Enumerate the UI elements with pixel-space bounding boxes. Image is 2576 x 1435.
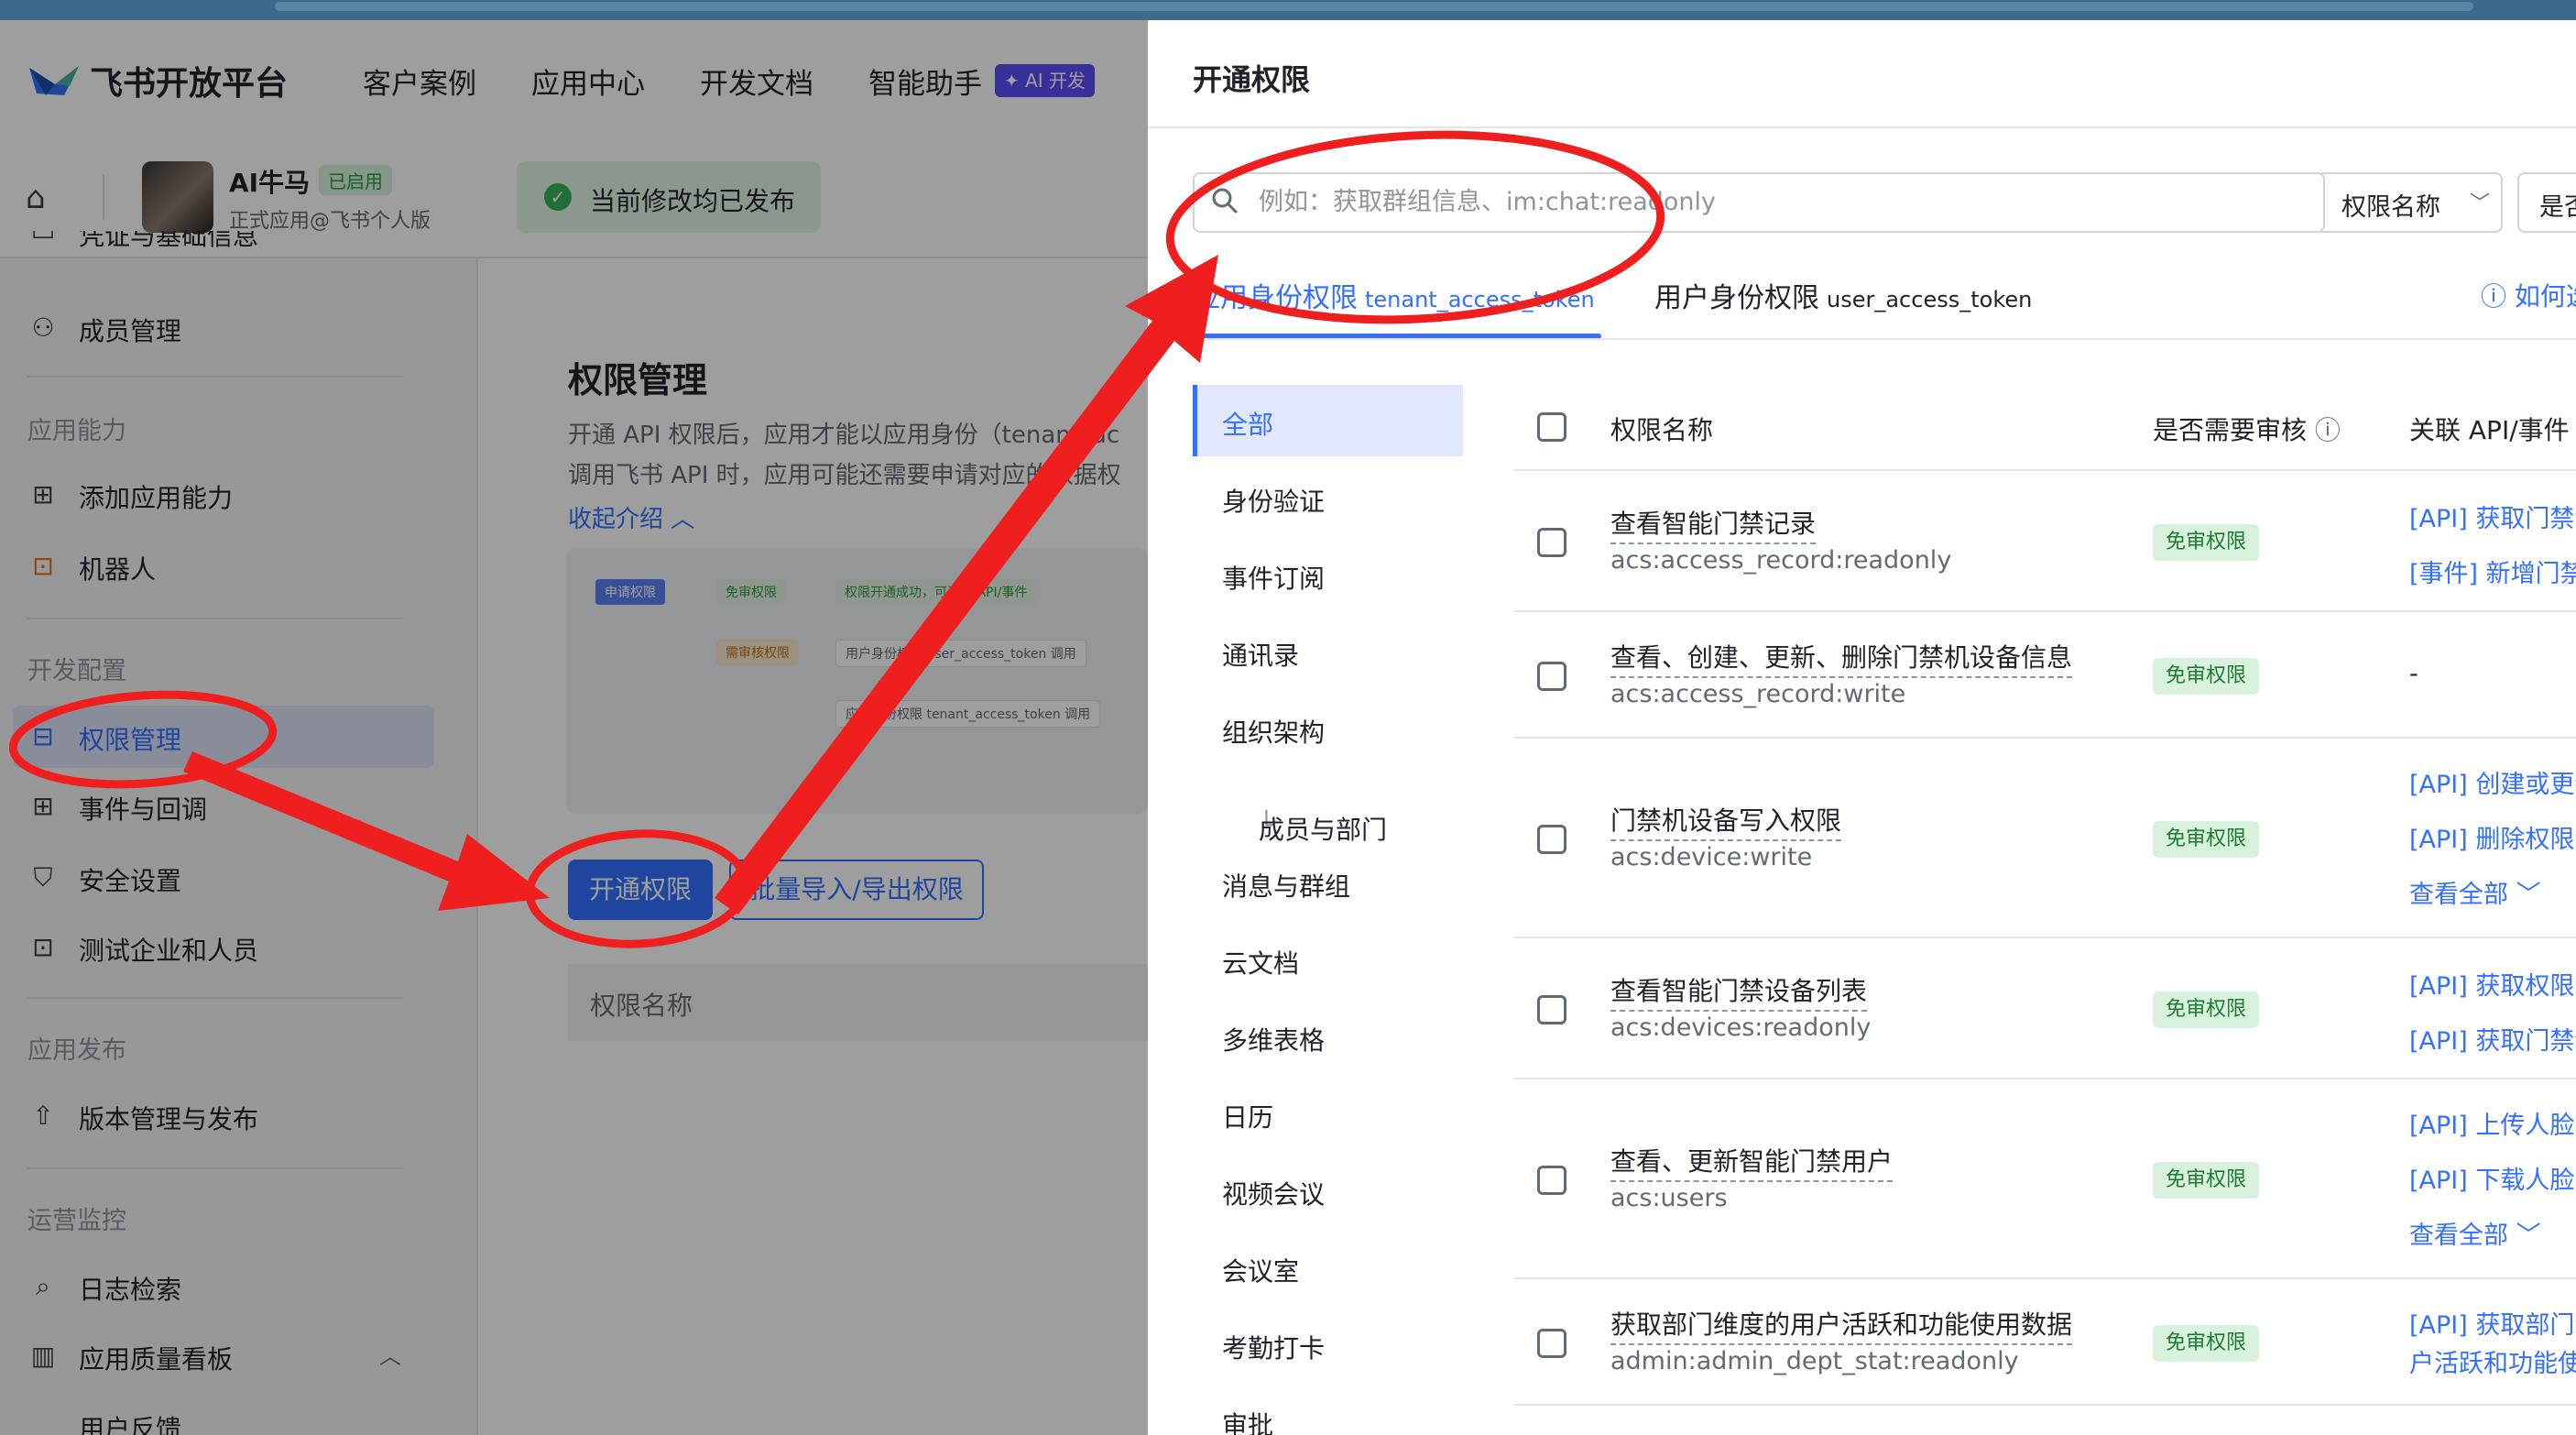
category-video-meeting[interactable]: 视频会议 [1193,1155,1458,1226]
category-org-structure[interactable]: 组织架构 [1193,693,1458,764]
category-members-departments[interactable]: └ 成员与部门 [1193,770,1458,845]
divider [1513,1404,2576,1406]
permission-list-header: 权限名称 是否需要审核 ⓘ 关联 API/事件 [1513,385,2576,469]
permission-code: acs:device:write [1610,843,1813,871]
category-meeting-room[interactable]: 会议室 [1193,1232,1458,1303]
category-attendance[interactable]: 考勤打卡 [1193,1309,1458,1380]
divider [1513,1277,2576,1279]
related-api-link[interactable]: [API] 删除权限组 [2409,819,2576,855]
divider [1513,737,2576,739]
drawer-title: 开通权限 [1193,62,1311,97]
related-api-link[interactable]: [API] 获取门禁设备列表 [2409,1021,2576,1057]
row-checkbox[interactable] [1537,1166,1566,1195]
view-all-link[interactable]: 查看全部 ﹀ [2409,874,2541,910]
category-contacts[interactable]: 通讯录 [1193,616,1458,687]
no-review-tag: 免审权限 [2153,524,2260,561]
question-circle-icon[interactable]: ⓘ [2315,415,2341,445]
permission-code: acs:access_record:write [1610,680,1906,708]
modal-dim-overlay[interactable] [0,20,1148,1435]
category-auth[interactable]: 身份验证 [1193,462,1458,533]
category-messages-groups[interactable]: 消息与群组 [1193,847,1458,918]
permission-name: 查看、更新智能门禁用户 [1610,1142,1894,1182]
divider [1513,469,2576,471]
category-bitable[interactable]: 多维表格 [1193,1001,1458,1072]
permission-code: acs:devices:readonly [1610,1013,1872,1042]
category-all[interactable]: 全部 [1193,385,1463,456]
category-docs[interactable]: 云文档 [1193,924,1458,995]
related-api-link[interactable]: [API] 上传人脸图片 [2409,1105,2576,1141]
permission-code: acs:access_record:readonly [1610,546,1952,575]
permission-code: acs:users [1610,1184,1728,1212]
divider [1193,338,2576,340]
permission-name: 获取部门维度的用户活跃和功能使用数据 [1610,1305,2073,1345]
review-filter-select[interactable]: 是否需要审核 [2517,172,2576,233]
category-calendar[interactable]: 日历 [1193,1078,1458,1149]
chevron-down-icon: ﹀ [2516,881,2541,909]
related-api-link-cont[interactable]: 户活跃和功能使用数据 [2409,1343,2576,1379]
no-review-tag: 免审权限 [2153,1325,2260,1362]
no-review-tag: 免审权限 [2153,821,2260,858]
related-api-link[interactable]: [API] 获取门禁记录列表 [2409,498,2576,534]
view-all-link[interactable]: 查看全部 ﹀ [2409,1215,2541,1251]
related-api-link[interactable]: [API] 下载人脸图片 [2409,1160,2576,1196]
column-related-api: 关联 API/事件 [2409,415,2570,445]
search-icon [1212,188,1238,214]
permission-name: 门禁机设备写入权限 [1610,801,1842,841]
divider [1513,1078,2576,1079]
category-approval[interactable]: 审批 [1193,1386,1458,1435]
search-field-select[interactable]: 权限名称 ﹀ [2321,172,2503,233]
permission-name: 查看、创建、更新、删除门禁机设备信息 [1610,638,2073,678]
divider [1513,610,2576,612]
chevron-down-icon: ﹀ [2516,1221,2541,1250]
no-review-tag: 免审权限 [2153,1162,2260,1199]
chevron-down-icon: ﹀ [2470,192,2491,215]
row-checkbox[interactable] [1537,995,1566,1024]
question-circle-icon: ⓘ [2481,281,2507,312]
row-checkbox[interactable] [1537,1329,1566,1358]
tab-tenant-permission[interactable]: 应用身份权限 tenant_access_token [1193,275,1595,330]
browser-top-strip [0,0,2576,20]
category-event-subscription[interactable]: 事件订阅 [1193,539,1458,610]
permission-name: 查看智能门禁设备列表 [1610,971,1868,1012]
divider [1513,937,2576,938]
column-needs-review: 是否需要审核 ⓘ [2153,415,2341,445]
how-to-choose-link[interactable]: ⓘ 如何选择 [2481,277,2576,313]
select-all-checkbox[interactable] [1537,412,1566,442]
no-related-api: - [2409,660,2418,688]
no-review-tag: 免审权限 [2153,658,2260,695]
related-api-link[interactable]: [API] 创建或更新权限组 [2409,764,2576,800]
no-review-tag: 免审权限 [2153,991,2260,1028]
related-api-link[interactable]: [API] 获取部门维度的用 [2409,1305,2576,1341]
column-permission-name: 权限名称 [1610,415,1714,445]
divider [1148,126,2576,128]
permission-code: admin:admin_dept_stat:readonly [1610,1347,2019,1375]
row-checkbox[interactable] [1537,825,1566,854]
row-checkbox[interactable] [1537,662,1566,691]
related-event-link[interactable]: [事件] 新增门禁记录 [2409,553,2576,589]
related-api-link[interactable]: [API] 获取权限组信息 [2409,966,2576,1002]
row-checkbox[interactable] [1537,528,1566,557]
tab-user-permission[interactable]: 用户身份权限 user_access_token [1654,275,2032,315]
permission-name: 查看智能门禁记录 [1610,504,1817,544]
search-input[interactable] [1257,180,2314,224]
